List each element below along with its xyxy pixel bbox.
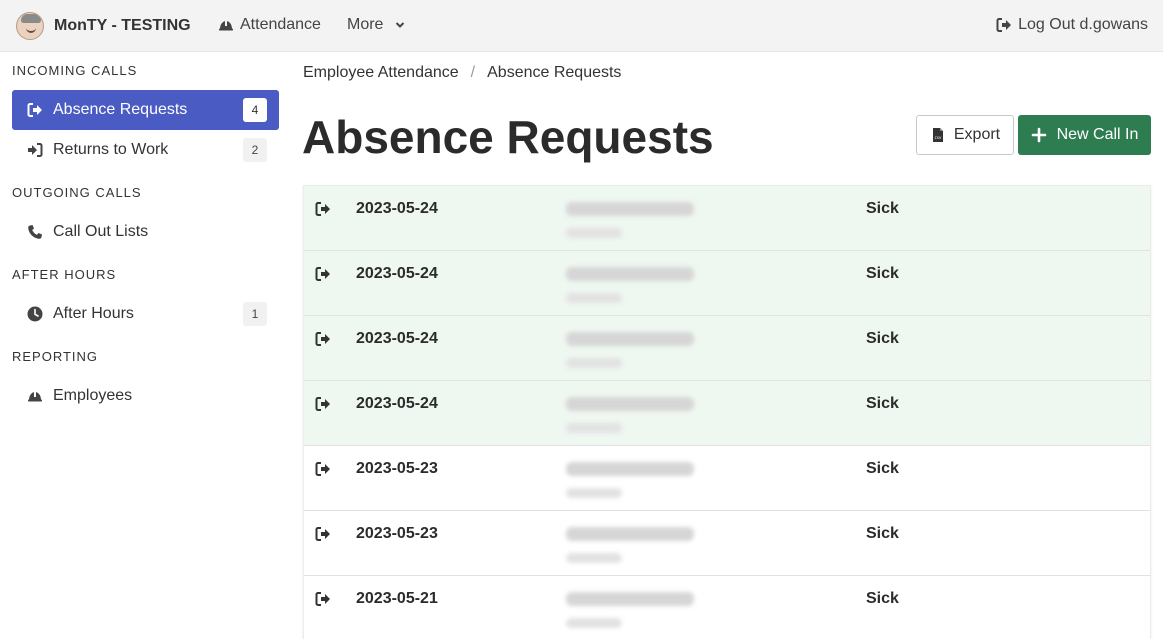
- chevron-down-icon: [396, 22, 405, 28]
- hard-hat-icon: [28, 391, 42, 402]
- avatar: [16, 12, 44, 40]
- new-call-in-button[interactable]: New Call In: [1018, 115, 1151, 155]
- request-date: 2023-05-24: [356, 395, 438, 412]
- sidebar: INCOMING CALLS Absence Requests 4 Return…: [0, 52, 291, 639]
- sign-in-icon: [28, 143, 43, 157]
- employee-id-redacted: [566, 423, 622, 433]
- section-outgoing-calls: OUTGOING CALLS: [12, 185, 142, 200]
- request-date: 2023-05-23: [356, 460, 438, 477]
- logout-label: Log Out d.gowans: [1018, 16, 1148, 33]
- logout-link[interactable]: Log Out d.gowans: [996, 16, 1148, 34]
- request-date: 2023-05-24: [356, 265, 438, 282]
- employee-id-redacted: [566, 488, 622, 498]
- employee-id-redacted: [566, 293, 622, 303]
- table-row[interactable]: 2023-05-23 Sick: [304, 446, 1150, 511]
- section-after-hours: AFTER HOURS: [12, 267, 117, 282]
- sign-out-icon: [27, 103, 42, 117]
- nav-more-label: More: [347, 16, 384, 33]
- employee-info-redacted: [566, 200, 706, 238]
- table-row[interactable]: 2023-05-24 Sick: [304, 381, 1150, 446]
- sign-out-icon: [315, 462, 330, 476]
- brand[interactable]: MonTY - TESTING: [16, 12, 191, 40]
- sign-out-icon: [315, 267, 330, 281]
- phone-icon: [28, 225, 42, 239]
- employee-name-redacted: [566, 397, 694, 411]
- hard-hat-icon: [219, 20, 233, 31]
- breadcrumb-current: Absence Requests: [487, 64, 622, 81]
- employee-info-redacted: [566, 395, 706, 433]
- sign-out-icon: [315, 202, 330, 216]
- request-date: 2023-05-24: [356, 200, 438, 217]
- sidebar-item-call-out-lists[interactable]: Call Out Lists: [12, 212, 279, 252]
- count-badge: 1: [243, 302, 267, 326]
- request-reason: Sick: [866, 200, 899, 217]
- breadcrumb-separator: /: [470, 64, 476, 81]
- sidebar-item-absence-requests[interactable]: Absence Requests 4: [12, 90, 279, 130]
- employee-id-redacted: [566, 618, 622, 628]
- request-reason: Sick: [866, 395, 899, 412]
- employee-name-redacted: [566, 202, 694, 216]
- sidebar-item-returns-to-work[interactable]: Returns to Work 2: [12, 130, 279, 170]
- sidebar-item-label: Employees: [53, 387, 133, 404]
- table-row[interactable]: 2023-05-23 Sick: [304, 511, 1150, 576]
- svg-text:csv: csv: [935, 135, 942, 140]
- request-reason: Sick: [866, 590, 899, 607]
- employee-name-redacted: [566, 462, 694, 476]
- employee-id-redacted: [566, 228, 622, 238]
- section-reporting: REPORTING: [12, 349, 99, 364]
- employee-name-redacted: [566, 592, 694, 606]
- sidebar-item-employees[interactable]: Employees: [12, 376, 279, 416]
- nav-more-dropdown[interactable]: More: [347, 16, 405, 34]
- table-row[interactable]: 2023-05-24 Sick: [304, 251, 1150, 316]
- breadcrumb: Employee Attendance / Absence Requests: [303, 64, 621, 82]
- table-row[interactable]: 2023-05-21 Sick: [304, 576, 1150, 639]
- employee-info-redacted: [566, 590, 706, 628]
- request-date: 2023-05-23: [356, 525, 438, 542]
- request-reason: Sick: [866, 525, 899, 542]
- table-row[interactable]: 2023-05-24 Sick: [304, 316, 1150, 381]
- sidebar-item-label: Call Out Lists: [53, 223, 149, 240]
- employee-name-redacted: [566, 267, 694, 281]
- clock-icon: [27, 306, 43, 322]
- request-date: 2023-05-21: [356, 590, 438, 607]
- sidebar-item-label: Absence Requests: [53, 101, 188, 118]
- sidebar-item-after-hours[interactable]: After Hours 1: [12, 294, 279, 334]
- employee-id-redacted: [566, 358, 622, 368]
- absence-requests-list: 2023-05-24 Sick 2023-05-24 Sick 2023-05-24 Si…: [303, 185, 1151, 639]
- csv-file-icon: csv: [932, 128, 943, 142]
- employee-name-redacted: [566, 332, 694, 346]
- sign-out-icon: [315, 332, 330, 346]
- export-button[interactable]: csv Export: [916, 115, 1014, 155]
- count-badge: 4: [243, 98, 267, 122]
- breadcrumb-parent[interactable]: Employee Attendance: [303, 64, 459, 82]
- employee-id-redacted: [566, 553, 622, 563]
- nav-attendance-label: Attendance: [240, 16, 321, 33]
- plus-icon: [1031, 127, 1046, 143]
- table-row[interactable]: 2023-05-24 Sick: [304, 186, 1150, 251]
- nav-attendance[interactable]: Attendance: [218, 16, 321, 34]
- sign-out-icon: [315, 592, 330, 606]
- request-reason: Sick: [866, 265, 899, 282]
- sidebar-item-label: After Hours: [53, 305, 134, 322]
- new-call-in-label: New Call In: [1056, 126, 1139, 143]
- request-reason: Sick: [866, 330, 899, 347]
- app-title: MonTY - TESTING: [54, 17, 191, 34]
- employee-info-redacted: [566, 525, 706, 563]
- request-reason: Sick: [866, 460, 899, 477]
- sign-out-icon: [315, 397, 330, 411]
- employee-info-redacted: [566, 330, 706, 368]
- request-date: 2023-05-24: [356, 330, 438, 347]
- sign-out-icon: [996, 18, 1012, 32]
- export-label: Export: [953, 126, 1001, 143]
- page-title: Absence Requests: [302, 111, 714, 163]
- section-incoming-calls: INCOMING CALLS: [12, 63, 138, 78]
- employee-name-redacted: [566, 527, 694, 541]
- count-badge: 2: [243, 138, 267, 162]
- sign-out-icon: [315, 527, 330, 541]
- employee-info-redacted: [566, 265, 706, 303]
- top-navbar: MonTY - TESTING Attendance More Log Out …: [0, 0, 1163, 52]
- sidebar-item-label: Returns to Work: [53, 141, 169, 158]
- employee-info-redacted: [566, 460, 706, 498]
